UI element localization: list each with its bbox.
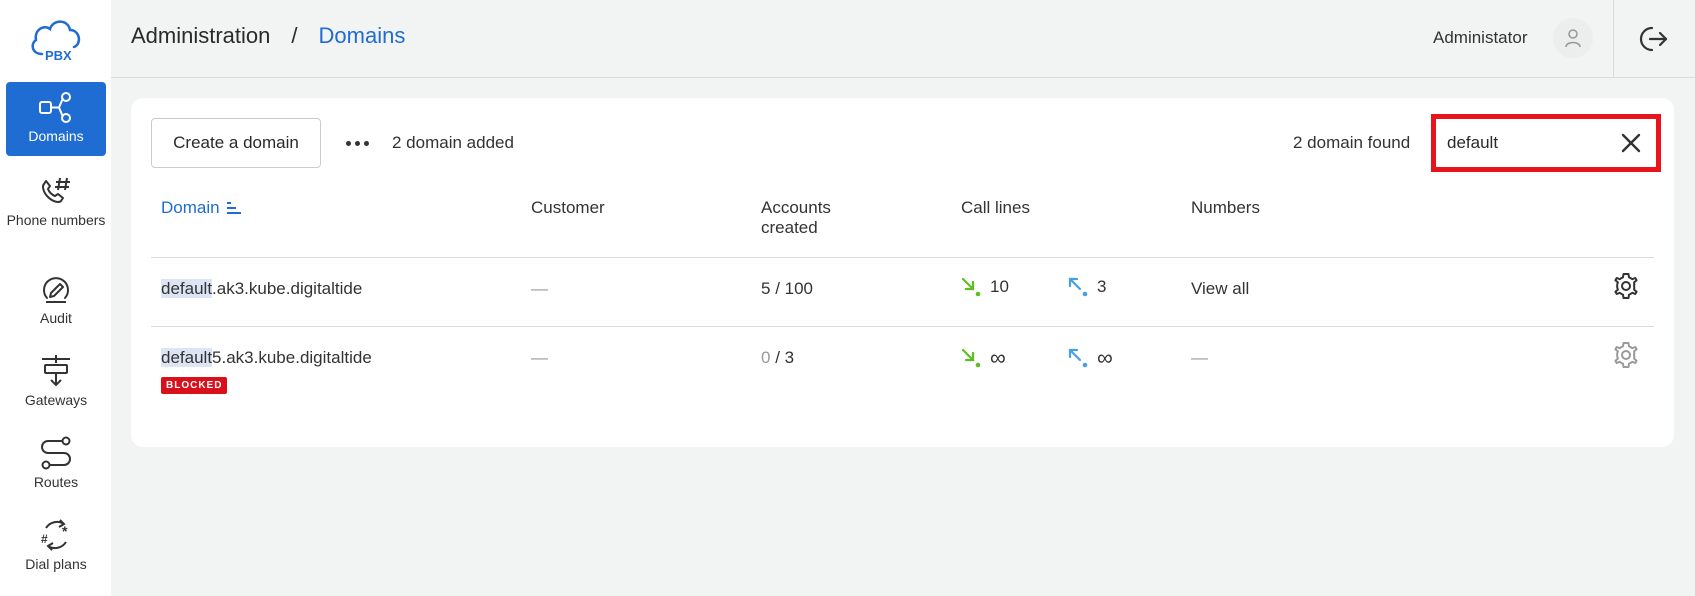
outgoing-arrow-icon [1068, 277, 1088, 297]
create-domain-button[interactable]: Create a domain [151, 118, 321, 168]
accounts-separator: / [770, 348, 785, 367]
column-header-domain[interactable]: Domain [161, 198, 242, 218]
domains-card: Create a domain 2 domain added 2 domain … [131, 98, 1674, 447]
search-input[interactable] [1447, 133, 1607, 153]
sidebar-item-dial-plans[interactable]: # * Dial plans [6, 518, 106, 573]
sidebar-item-routes[interactable]: Routes [6, 436, 106, 491]
column-header-label: created [761, 218, 818, 237]
column-header-accounts: Accounts created [761, 198, 831, 238]
close-icon[interactable] [1620, 132, 1642, 154]
logout-button[interactable] [1639, 24, 1669, 54]
sidebar: PBX Domains Phone numbers Audit Gateways… [0, 0, 111, 596]
more-options-button[interactable] [341, 131, 373, 155]
column-header-label: Accounts [761, 198, 831, 217]
column-header-numbers: Numbers [1191, 198, 1260, 217]
sidebar-item-gateways[interactable]: Gateways [6, 354, 106, 409]
row-divider-line [151, 326, 1654, 327]
gateway-icon [42, 355, 70, 387]
breadcrumb-domains: Domains [318, 23, 406, 48]
settings-gear-icon[interactable] [1612, 272, 1640, 300]
cloud-icon: PBX [31, 20, 81, 63]
accounts-created: 0 / 3 [761, 348, 794, 368]
sidebar-item-label: Domains [28, 128, 84, 144]
domain-name-rest: 5.ak3.kube.digitaltide [212, 348, 372, 367]
customer-value: — [531, 348, 548, 367]
incoming-arrow-icon [961, 277, 981, 297]
view-all-numbers-link[interactable]: View all [1191, 279, 1249, 299]
column-header-customer: Customer [531, 198, 605, 217]
dot-icon [345, 140, 351, 146]
incoming-lines: ∞ [960, 345, 1006, 371]
header-divider-line [151, 257, 1654, 258]
outgoing-lines: 3 [1067, 276, 1106, 298]
accounts-total: 3 [784, 348, 795, 367]
svg-text:#: # [41, 532, 48, 546]
settings-gear-icon[interactable] [1612, 341, 1640, 369]
breadcrumb-separator: / [291, 23, 298, 48]
customer-value: — [531, 279, 548, 298]
domain-name[interactable]: default.ak3.kube.digitaltide [161, 279, 362, 299]
incoming-count: 10 [990, 277, 1009, 296]
avatar[interactable] [1553, 18, 1593, 58]
outgoing-count: 3 [1097, 277, 1107, 296]
sidebar-item-label: Gateways [24, 392, 88, 408]
routes-icon [41, 436, 71, 470]
sidebar-item-phone-numbers[interactable]: Phone numbers [6, 174, 106, 229]
accounts-separator: / [770, 279, 785, 298]
header-divider [1613, 0, 1614, 78]
column-header-label: Domain [161, 198, 220, 217]
breadcrumb-administration[interactable]: Administration [131, 23, 270, 49]
dial-plan-icon: # * [41, 519, 68, 551]
dot-icon [363, 140, 369, 146]
domain-name-rest: .ak3.kube.digitaltide [212, 279, 363, 298]
sort-icon [226, 202, 241, 214]
domains-found-count: 2 domain found [1293, 133, 1411, 152]
user-icon [1565, 29, 1581, 48]
blocked-status-badge: BLOCKED [161, 377, 228, 394]
accounts-total: 100 [784, 279, 814, 298]
numbers-value: — [1191, 348, 1208, 367]
incoming-lines: 10 [960, 276, 1009, 298]
dot-icon [354, 140, 360, 146]
incoming-arrow-icon [961, 348, 981, 368]
sidebar-item-label: Audit [40, 310, 72, 326]
search-match: default [161, 348, 213, 367]
incoming-count: ∞ [990, 345, 1006, 370]
svg-text:*: * [62, 523, 68, 539]
top-header: Administration / Domains Administator [111, 0, 1695, 78]
domain-name[interactable]: default5.ak3.kube.digitaltide [161, 348, 372, 368]
sidebar-item-label: Routes [33, 474, 79, 490]
logout-icon [1639, 26, 1668, 52]
column-header-call-lines: Call lines [961, 198, 1030, 217]
outgoing-count: ∞ [1097, 345, 1113, 370]
domains-icon [39, 92, 71, 123]
sidebar-item-label: Phone numbers [6, 212, 106, 228]
domains-added-count: 2 domain added [392, 133, 514, 152]
sidebar-item-label: Dial plans [25, 556, 87, 572]
search-match: default [161, 279, 213, 298]
accounts-created: 5 / 100 [761, 279, 813, 299]
phone-hash-icon [42, 177, 70, 203]
sidebar-item-audit[interactable]: Audit [6, 272, 106, 327]
audit-icon [43, 277, 69, 303]
pbx-logo[interactable]: PBX [28, 14, 84, 63]
search-box [1431, 114, 1661, 172]
sidebar-item-domains[interactable]: Domains [6, 82, 106, 156]
user-name[interactable]: Administator [1433, 28, 1527, 48]
outgoing-arrow-icon [1068, 348, 1088, 368]
outgoing-lines: ∞ [1067, 345, 1113, 371]
breadcrumb: Administration / Domains [131, 23, 405, 49]
logo-text: PBX [45, 48, 72, 62]
